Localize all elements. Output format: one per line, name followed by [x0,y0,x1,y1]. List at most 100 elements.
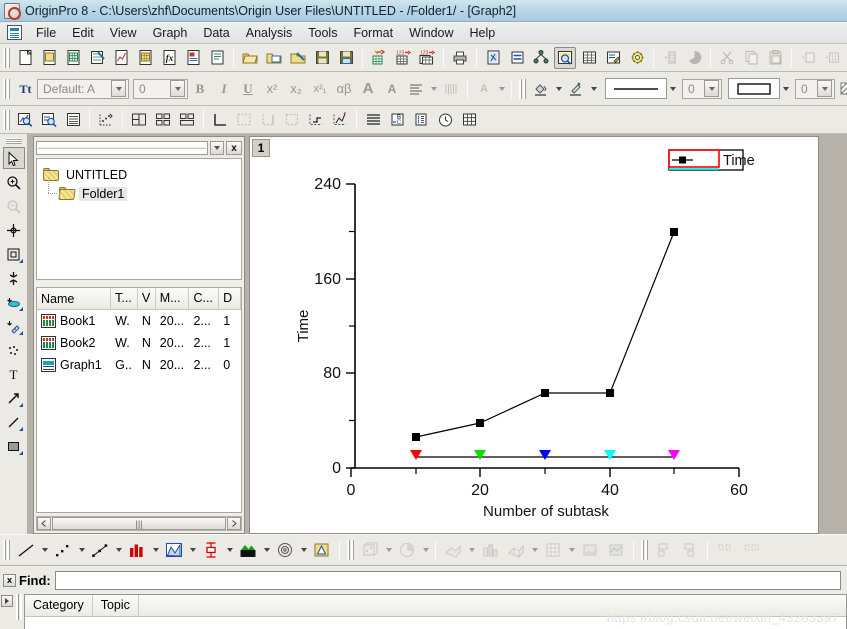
menu-item-window[interactable]: Window [401,24,461,42]
project-explorer-hscrollbar[interactable]: ||| [36,516,242,531]
column-header-dependents[interactable]: D [219,288,241,309]
align-left-icon[interactable] [652,538,676,562]
new-legend-icon[interactable] [38,109,60,131]
chevron-down-icon[interactable] [529,540,540,560]
gear-icon[interactable] [626,47,648,69]
x-axis[interactable]: 0 20 40 60 Number of subtask [347,467,748,520]
graph-plot-area[interactable]: Time 240 160 80 0 Time 0 20 40 60 Number… [250,137,820,535]
table-row[interactable]: Book2 W. N 20... 2... 1 [37,332,241,354]
menu-item-tools[interactable]: Tools [300,24,345,42]
y-axis[interactable]: 240 160 80 0 Time [295,176,356,477]
chevron-down-icon[interactable] [150,540,161,560]
extract-layers-icon[interactable] [152,109,174,131]
fill-pattern-icon[interactable] [836,78,847,100]
underline-button[interactable]: U [237,78,259,100]
chevron-down-icon[interactable] [261,540,272,560]
menu-item-data[interactable]: Data [195,24,237,42]
chevron-down-icon[interactable] [39,540,50,560]
superscript-button[interactable]: x² [261,78,283,100]
pie-icon[interactable] [683,47,705,69]
align-right-icon[interactable] [678,538,702,562]
results-grip[interactable] [16,594,22,620]
chevron-down-icon[interactable] [566,540,577,560]
toolbar-grip[interactable] [641,540,648,560]
printer-icon[interactable] [449,47,471,69]
add-layer-icon[interactable] [659,47,681,69]
inset-icon[interactable] [305,109,327,131]
tree-node-folder1[interactable]: Folder1 [43,178,241,203]
floppy-template-icon[interactable] [335,47,357,69]
line-draw-icon[interactable] [3,411,25,433]
scroll-right-icon[interactable] [227,517,241,530]
scatter-scale-icon[interactable] [95,109,117,131]
floppy-icon[interactable] [311,47,333,69]
graph-page-icon[interactable] [110,47,132,69]
plot-legend[interactable]: Time [668,149,755,171]
results-log-icon[interactable] [506,47,528,69]
project-explorer-splitter[interactable] [36,141,208,155]
chevron-down-icon[interactable] [466,540,477,560]
toolbar-grip[interactable] [3,540,10,560]
data-plot-icon[interactable] [329,109,351,131]
font-size-combo[interactable]: 0 [133,78,188,99]
font-color-icon[interactable]: A [473,78,495,100]
toolbar-grip[interactable] [519,78,526,99]
chevron-down-icon[interactable] [170,80,185,97]
menu-item-help[interactable]: Help [462,24,504,42]
toolbar-grip[interactable] [3,78,10,99]
close-icon[interactable]: x [226,141,242,155]
magnifier-minus-icon[interactable] [3,195,25,217]
menu-item-edit[interactable]: Edit [64,24,102,42]
right-axis-icon[interactable] [257,109,279,131]
line-width-combo[interactable]: 0 [682,78,722,99]
chevron-down-icon[interactable] [496,79,507,99]
ternary-icon[interactable] [310,538,334,562]
project-file-list[interactable]: Name T... V M... C... D Book1 W. N 20...… [36,287,242,513]
notes-icon[interactable] [206,47,228,69]
decrease-font-button[interactable]: A [381,78,403,100]
increase-font-button[interactable]: A [357,78,379,100]
text-T-icon[interactable]: T [3,363,25,385]
rescale-icon[interactable] [14,109,36,131]
axis-corner-icon[interactable] [209,109,231,131]
column-header-modified[interactable]: M... [156,288,190,309]
3d-pie-icon[interactable] [395,538,419,562]
column-header-created[interactable]: C... [189,288,220,309]
find-input[interactable] [54,570,841,590]
dashed-box-icon[interactable] [233,109,255,131]
blank-page-icon[interactable] [14,47,36,69]
greek-button[interactable]: αβ [333,78,355,100]
align-icon[interactable] [405,78,427,100]
worksheet-view-icon[interactable] [578,47,600,69]
line-style-combo[interactable] [605,78,667,99]
matrix-icon[interactable] [134,47,156,69]
import-ascii-icon[interactable]: 123 [392,47,414,69]
add-object-icon[interactable] [797,47,819,69]
polar-plot-icon[interactable] [273,538,297,562]
series-time[interactable] [412,228,678,441]
clock-icon[interactable] [434,109,456,131]
area-plot-icon[interactable] [162,538,186,562]
3d-bars-icon[interactable] [478,538,502,562]
region-select-icon[interactable] [3,243,25,265]
column-header-type[interactable]: T... [111,288,138,309]
open-excel-icon[interactable] [287,47,309,69]
graph-window[interactable]: 1 Time 240 160 80 0 Time 0 20 40 60 Numb… [249,136,819,534]
column-header-topic[interactable]: Topic [93,595,139,616]
chevron-down-icon[interactable] [553,79,564,99]
grid-icon[interactable] [458,109,480,131]
zoom-panel-icon[interactable] [554,46,576,69]
scroll-left-icon[interactable] [37,517,51,530]
fx-icon[interactable]: fx [158,47,180,69]
menu-item-graph[interactable]: Graph [145,24,196,42]
folder-page-icon[interactable] [38,47,60,69]
draw-data-icon[interactable] [3,315,25,337]
line-color-icon[interactable] [565,78,587,100]
scissors-icon[interactable] [716,47,738,69]
magnifier-plus-icon[interactable] [3,171,25,193]
arrow-draw-icon[interactable] [3,387,25,409]
contour-icon[interactable] [541,538,565,562]
toolbar-grip[interactable] [3,109,10,130]
chevron-down-icon[interactable] [817,80,832,97]
close-icon[interactable]: x [3,573,16,587]
